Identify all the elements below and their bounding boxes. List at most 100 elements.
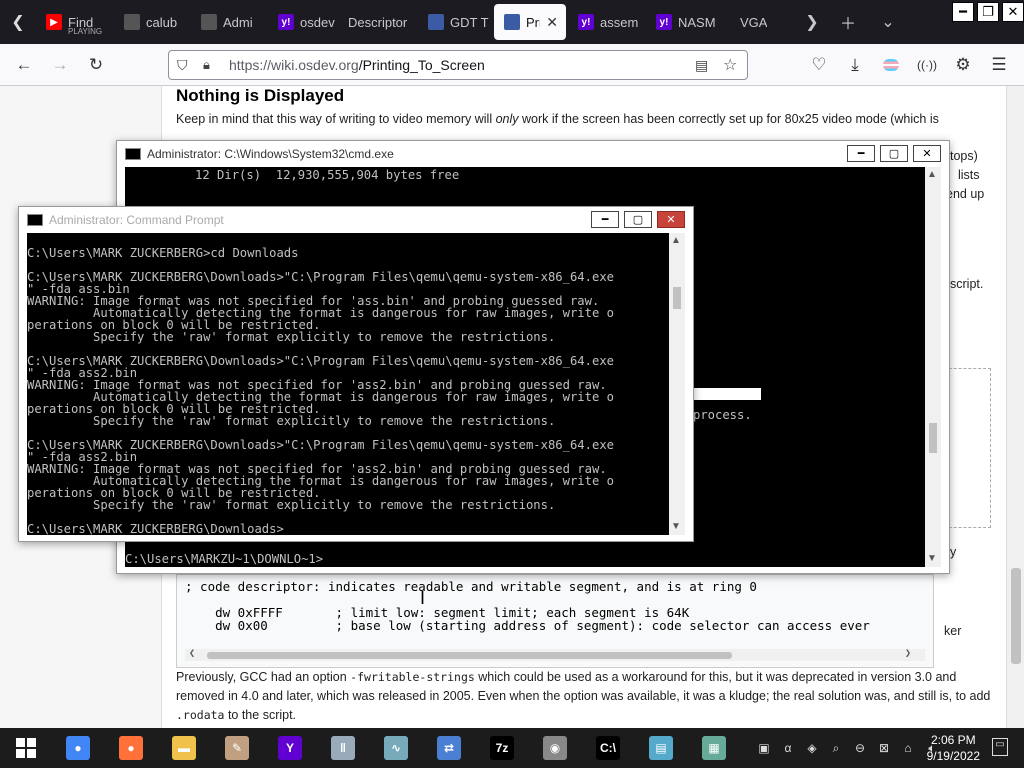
downloads-icon[interactable]: ⤓ — [842, 52, 868, 78]
cmd-front-scrollbar[interactable]: ▲ ▼ — [669, 233, 685, 535]
maximize-button[interactable]: ▢ — [624, 211, 652, 228]
tray-icon[interactable]: ◈ — [804, 740, 820, 756]
minimize-button[interactable]: ━ — [952, 2, 974, 22]
cmd-back-titlebar[interactable]: Administrator: C:\Windows\System32\cmd.e… — [117, 141, 949, 167]
browser-tab[interactable]: Descriptor — [338, 4, 414, 40]
cmd-front-console[interactable]: C:\Users\MARK ZUCKERBERG>cd Downloads C:\… — [27, 233, 669, 535]
new-tab-button[interactable]: ＋ — [830, 0, 866, 44]
scroll-left-icon[interactable]: ❮ — [189, 648, 195, 659]
menu-icon[interactable]: ☰ — [986, 52, 1012, 78]
text-fragment: y — [950, 545, 957, 559]
text-fragment: script. — [950, 277, 984, 291]
taskbar-app[interactable]: ▤ — [645, 732, 677, 764]
console-line: Specify the 'raw' format explicitly to r… — [27, 498, 556, 512]
scroll-up-icon[interactable]: ▲ — [927, 169, 937, 180]
cmd-front-titlebar[interactable]: Administrator: Command Prompt ━ ▢ ✕ — [19, 207, 693, 233]
browser-tab[interactable]: GDT T — [418, 4, 492, 40]
scroll-tabs-left-icon[interactable]: ❮ — [0, 0, 36, 44]
extension-icon[interactable]: ((·)) — [914, 52, 940, 78]
tray-icon[interactable]: α — [780, 740, 796, 756]
url-text[interactable]: https://wiki.osdev.org/Printing_To_Scree… — [229, 57, 485, 73]
taskbar-app[interactable]: ◉ — [539, 732, 571, 764]
taskbar-app[interactable]: ‖ — [327, 732, 359, 764]
tray-icon[interactable]: ⊖ — [852, 740, 868, 756]
tray-search-icon[interactable]: ⌕ — [828, 740, 844, 756]
file-explorer-icon: ▬ — [172, 736, 196, 760]
close-button[interactable]: ✕ — [1002, 2, 1024, 22]
page-scrollbar-thumb[interactable] — [1011, 568, 1021, 664]
taskbar-app[interactable]: ▦ — [698, 732, 730, 764]
bookmark-star-icon[interactable]: ☆ — [723, 55, 737, 75]
scroll-down-icon[interactable]: ▼ — [671, 521, 681, 532]
tab-title: calub — [146, 14, 178, 30]
taskbar-app[interactable]: ∿ — [380, 732, 412, 764]
code-horizontal-scrollbar[interactable]: ❮ ❯ — [185, 648, 925, 661]
taskbar-app[interactable]: ⇄ — [433, 732, 465, 764]
window-controls: ━ ❐ ✕ — [952, 2, 1024, 22]
reload-icon[interactable]: ↻ — [83, 52, 109, 78]
browser-tab[interactable]: VGA — [730, 4, 790, 40]
taskbar-app[interactable]: ✎ — [221, 732, 253, 764]
yahoo-icon: y! — [656, 14, 672, 30]
browser-tab[interactable]: y! osdev — [268, 4, 336, 40]
tray-icon[interactable]: ▣ — [756, 740, 772, 756]
taskbar-app[interactable]: C:\ — [592, 732, 624, 764]
tab-title: Descriptor — [348, 14, 408, 30]
scroll-tabs-right-icon[interactable]: ❯ — [794, 0, 830, 44]
cmd-icon — [125, 148, 141, 160]
page-scrollbar[interactable] — [1006, 86, 1024, 728]
tab-subtitle: PLAYING — [68, 27, 103, 36]
extension-puzzle-icon[interactable]: ⚙ — [950, 52, 976, 78]
7zip-icon: 7z — [490, 736, 514, 760]
taskbar-app[interactable]: 7z — [486, 732, 518, 764]
cmd-back-scrollbar[interactable]: ▲ ▼ — [925, 167, 941, 567]
scroll-up-icon[interactable]: ▲ — [671, 235, 681, 246]
browser-tab[interactable]: ▶ Find PLAYING — [36, 4, 110, 40]
taskbar-app[interactable]: ● — [62, 732, 94, 764]
cmd-front-scrollbar-thumb[interactable] — [673, 287, 681, 309]
cmd-back-scrollbar-thumb[interactable] — [929, 423, 937, 453]
scroll-right-icon[interactable]: ❯ — [905, 648, 911, 659]
pocket-icon[interactable]: ♡ — [806, 52, 832, 78]
close-tab-icon[interactable]: ✕ — [546, 14, 558, 31]
forward-icon[interactable]: → — [47, 52, 73, 78]
start-button[interactable] — [10, 732, 42, 764]
back-icon[interactable]: ← — [11, 52, 37, 78]
resource-monitor-icon: ∿ — [384, 736, 408, 760]
shield-icon[interactable]: ⛉ — [177, 57, 188, 74]
cmd-window-front[interactable]: Administrator: Command Prompt ━ ▢ ✕ C:\U… — [18, 206, 694, 542]
browser-tab[interactable]: y! assem — [568, 4, 642, 40]
browser-tab[interactable]: Admi — [191, 4, 265, 40]
code-line: ; code descriptor: indicates readable an… — [185, 579, 757, 594]
browser-tab[interactable]: Prin ✕ — [494, 4, 566, 40]
taskbar-app[interactable]: Y — [274, 732, 306, 764]
console-line: 12 Dir(s) 12,930,555,904 bytes free — [129, 168, 460, 182]
navigation-bar: ← → ↻ ⛉ 🔒︎ https://wiki.osdev.org/Printi… — [0, 44, 1024, 86]
address-bar[interactable]: ⛉ 🔒︎ https://wiki.osdev.org/Printing_To_… — [168, 50, 748, 80]
browser-tab[interactable]: y! NASM — [646, 4, 726, 40]
extension-flag-icon[interactable] — [878, 52, 904, 78]
scroll-down-icon[interactable]: ▼ — [927, 553, 937, 564]
notification-icon[interactable]: ▭ — [992, 738, 1008, 756]
lock-icon[interactable]: 🔒︎ — [203, 57, 210, 73]
minimize-button[interactable]: ━ — [591, 211, 619, 228]
reader-view-icon[interactable]: ▤ — [695, 57, 708, 74]
browser-tab[interactable]: calub — [114, 4, 188, 40]
maximize-button[interactable]: ▢ — [880, 145, 908, 162]
taskbar-app[interactable]: ● — [115, 732, 147, 764]
media-disc-icon: ◉ — [543, 736, 567, 760]
tab-title: NASM — [678, 14, 716, 30]
close-button[interactable]: ✕ — [913, 145, 941, 162]
tray-icon[interactable]: ⊠ — [876, 740, 892, 756]
code-scrollbar-thumb[interactable] — [207, 652, 732, 659]
restore-button[interactable]: ❐ — [977, 2, 999, 22]
text-fragment: ker — [944, 624, 962, 638]
close-button[interactable]: ✕ — [657, 211, 685, 228]
list-tabs-icon[interactable]: ⌄ — [870, 0, 906, 44]
tray-icon[interactable]: ⌂ — [900, 740, 916, 756]
taskbar-app[interactable]: ▬ — [168, 732, 200, 764]
browser-tab-bar: ❮ ▶ Find PLAYING calub Admi y! osdev Descriptor… — [0, 0, 1024, 44]
system-clock[interactable]: 2:06 PM 9/19/2022 — [927, 732, 980, 764]
minimize-button[interactable]: ━ — [847, 145, 875, 162]
paragraph-gcc: Previously, GCC had an option -fwritable… — [176, 668, 991, 725]
